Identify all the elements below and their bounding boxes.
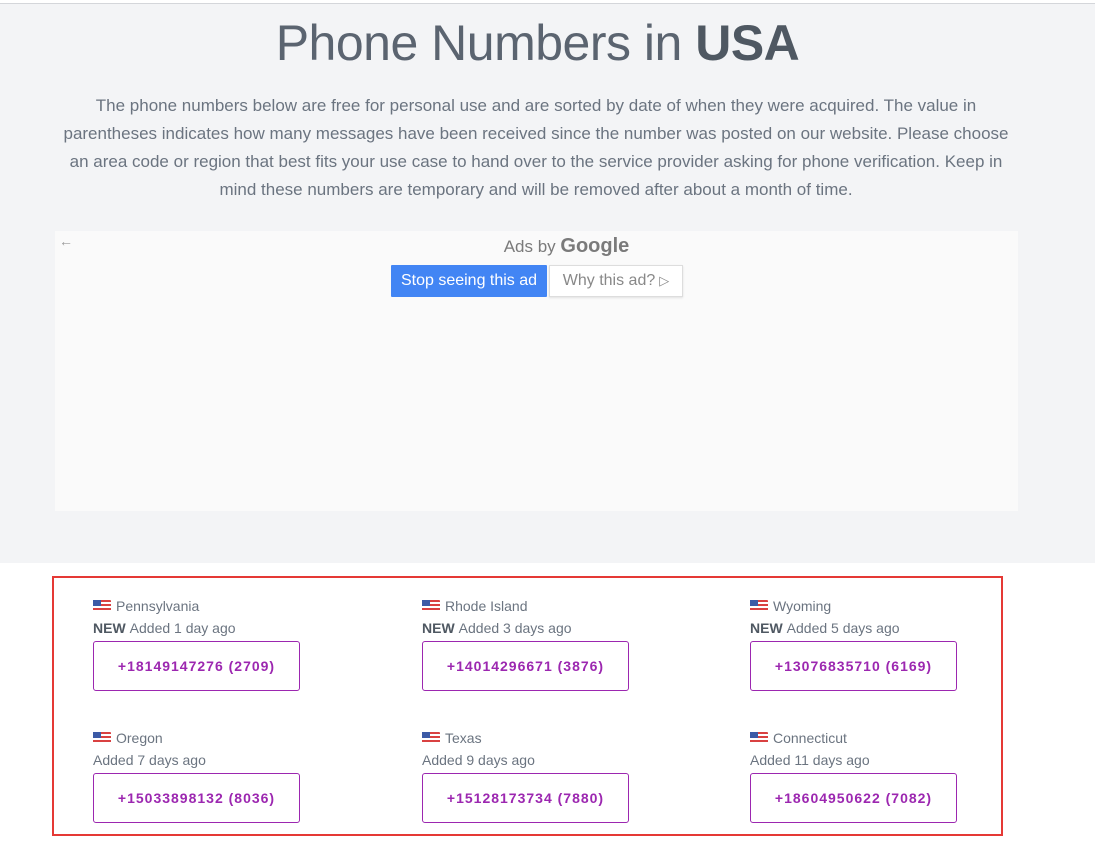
added-row: NEW Added 3 days ago <box>422 620 642 638</box>
number-card: Pennsylvania NEW Added 1 day ago +1814914… <box>93 597 313 691</box>
added-row: NEW Added 5 days ago <box>750 620 970 638</box>
number-card: Connecticut Added 11 days ago +186049506… <box>750 729 970 823</box>
page-title: Phone Numbers in USA <box>0 14 1075 72</box>
us-flag-icon <box>422 732 440 744</box>
new-badge: NEW <box>750 620 783 636</box>
region-row: Wyoming <box>750 597 970 615</box>
us-flag-icon <box>750 600 768 612</box>
added-row: Added 11 days ago <box>750 752 970 770</box>
region-row: Connecticut <box>750 729 970 747</box>
region-label: Pennsylvania <box>116 598 200 614</box>
phone-number-button[interactable]: +18149147276 (2709) <box>93 641 300 691</box>
region-row: Oregon <box>93 729 313 747</box>
added-row: Added 9 days ago <box>422 752 642 770</box>
phone-number-button[interactable]: +14014296671 (3876) <box>422 641 629 691</box>
added-label: Added 3 days ago <box>458 620 572 636</box>
added-label: Added 9 days ago <box>422 752 535 768</box>
page: Phone Numbers in USA The phone numbers b… <box>0 0 1095 850</box>
stop-seeing-ad-button[interactable]: Stop seeing this ad <box>391 265 547 297</box>
new-badge: NEW <box>422 620 455 636</box>
added-label: Added 11 days ago <box>750 752 870 768</box>
google-logo: Google <box>560 235 630 257</box>
us-flag-icon <box>93 600 111 612</box>
hero-section: Phone Numbers in USA The phone numbers b… <box>0 4 1095 563</box>
added-label: Added 5 days ago <box>786 620 900 636</box>
us-flag-icon <box>422 600 440 612</box>
number-card: Wyoming NEW Added 5 days ago +13076835710… <box>750 597 970 691</box>
added-row: Added 7 days ago <box>93 752 313 770</box>
region-label: Rhode Island <box>445 598 528 614</box>
why-this-ad-label: Why this ad? <box>562 272 656 289</box>
page-title-prefix: Phone Numbers in <box>275 15 696 71</box>
region-row: Rhode Island <box>422 597 642 615</box>
region-label: Texas <box>445 730 482 746</box>
added-row: NEW Added 1 day ago <box>93 620 313 638</box>
play-icon: ▷ <box>659 273 670 288</box>
added-label: Added 1 day ago <box>129 620 236 636</box>
number-card: Texas Added 9 days ago +15128173734 (788… <box>422 729 642 823</box>
ads-by-label: Ads by Google <box>55 235 1078 258</box>
region-label: Connecticut <box>773 730 847 746</box>
phone-number-button[interactable]: +13076835710 (6169) <box>750 641 957 691</box>
number-card: Oregon Added 7 days ago +15033898132 (80… <box>93 729 313 823</box>
intro-paragraph: The phone numbers below are free for per… <box>63 96 1009 199</box>
phone-number-button[interactable]: +15033898132 (8036) <box>93 773 300 823</box>
region-label: Oregon <box>116 730 163 746</box>
phone-number-button[interactable]: +18604950622 (7082) <box>750 773 957 823</box>
us-flag-icon <box>93 732 111 744</box>
ad-container: ← Ads by Google Stop seeing this ad Why … <box>55 231 1018 511</box>
ads-by-text: Ads by <box>503 237 556 256</box>
phone-number-button[interactable]: +15128173734 (7880) <box>422 773 629 823</box>
region-label: Wyoming <box>773 598 832 614</box>
region-row: Pennsylvania <box>93 597 313 615</box>
added-label: Added 7 days ago <box>93 752 206 768</box>
page-title-country: USA <box>695 15 800 71</box>
new-badge: NEW <box>93 620 126 636</box>
why-this-ad-button[interactable]: Why this ad? ▷ <box>549 265 683 297</box>
number-card: Rhode Island NEW Added 3 days ago +140142… <box>422 597 642 691</box>
us-flag-icon <box>750 732 768 744</box>
region-row: Texas <box>422 729 642 747</box>
